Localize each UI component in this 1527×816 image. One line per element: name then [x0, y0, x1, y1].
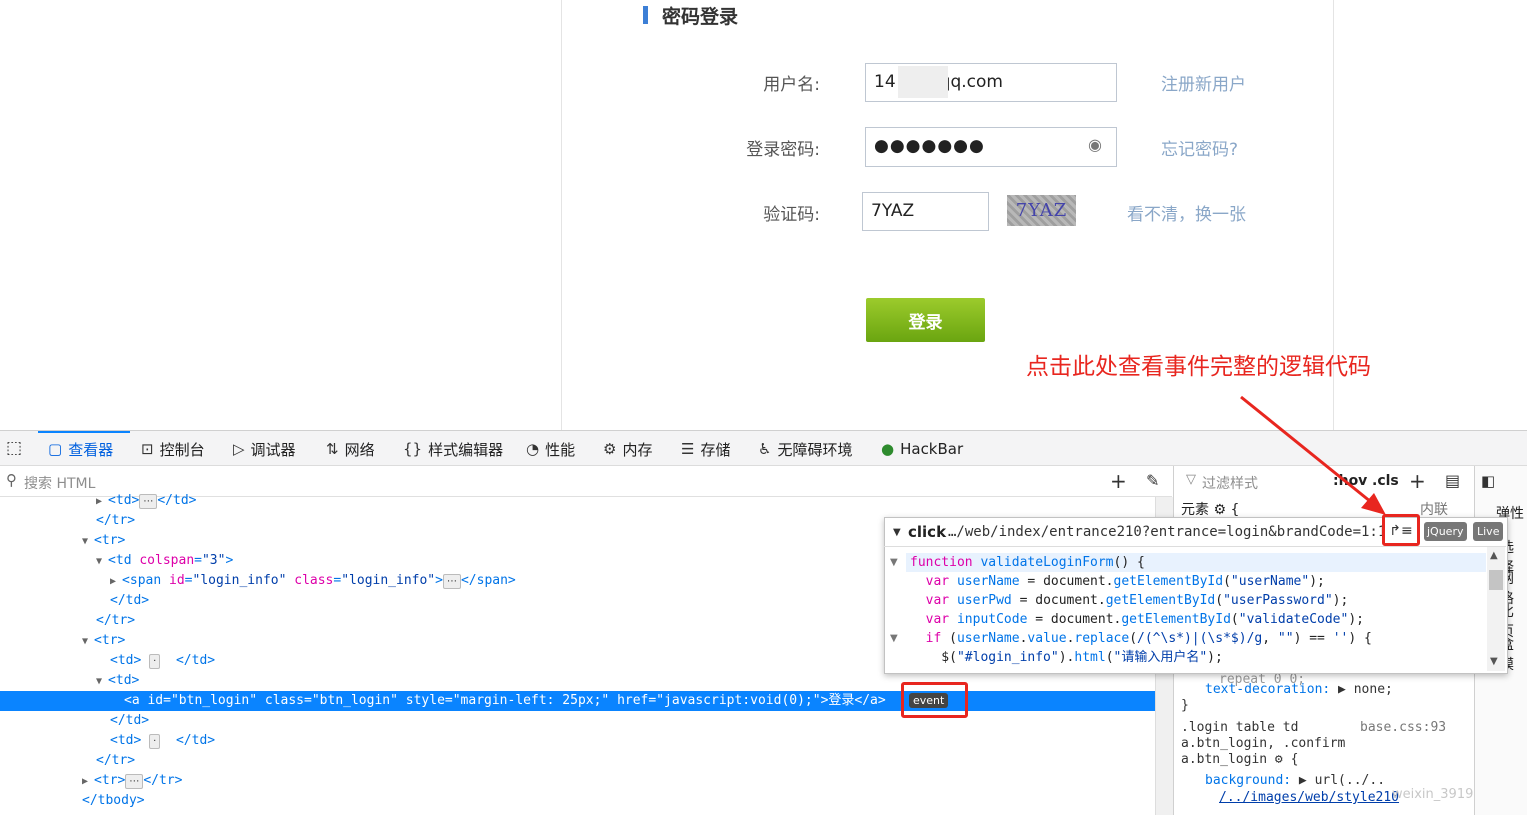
- annotation-arrow: [1240, 395, 1386, 515]
